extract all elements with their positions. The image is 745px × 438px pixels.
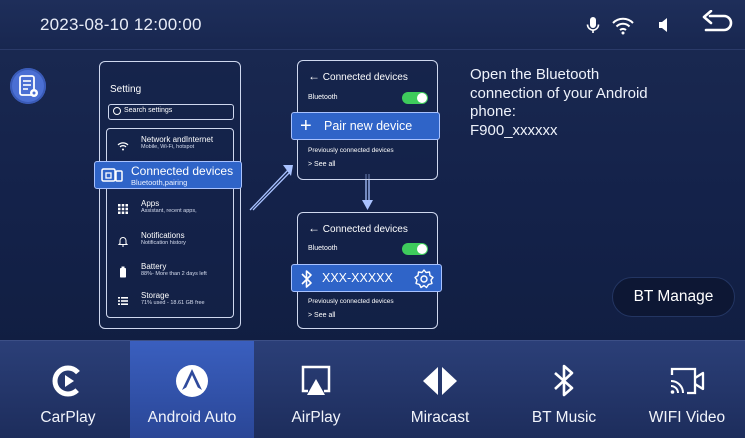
- connected-devices-icon: [101, 168, 123, 182]
- microphone-icon[interactable]: [580, 12, 606, 38]
- header-label: Connected devices: [322, 224, 408, 235]
- row-title: Network andInternet: [141, 135, 214, 144]
- chevron-right-icon: >: [308, 312, 313, 319]
- dock-item-android-auto[interactable]: Android Auto: [130, 341, 254, 438]
- dock-item-airplay[interactable]: AirPlay: [254, 341, 378, 438]
- connected-devices-title: Connected devices: [131, 164, 234, 178]
- instruction-line: phone:: [470, 103, 516, 120]
- chevron-right-icon: >: [308, 161, 313, 168]
- apps-grid-icon: [118, 204, 128, 214]
- settings-list: Network andInternet Mobile, Wi-Fi, hotsp…: [106, 128, 234, 318]
- bluetooth-label: Bluetooth: [308, 94, 338, 101]
- search-placeholder: Search settings: [124, 107, 173, 114]
- back-arrow-icon[interactable]: ←: [308, 221, 320, 235]
- see-all-label: See all: [314, 161, 336, 168]
- back-icon[interactable]: [700, 10, 734, 40]
- dock-label: Miracast: [410, 409, 470, 426]
- datetime: 2023-08-10 12:00:00: [40, 15, 202, 34]
- pair-new-device-label: Pair new device: [324, 119, 413, 133]
- paired-device-row[interactable]: XXX-XXXXX: [291, 264, 442, 292]
- instruction-line: connection of your Android: [470, 84, 648, 102]
- speaker-icon[interactable]: [651, 12, 677, 38]
- row-subtitle: Notification history: [141, 240, 186, 246]
- bluetooth-toggle[interactable]: [402, 243, 428, 255]
- previous-devices-label: Previously connected devices: [308, 147, 394, 154]
- wifi-video-icon: [670, 367, 705, 395]
- settings-panel: Setting Search settings Network andInter…: [99, 61, 241, 329]
- row-subtitle: 88%- More than 2 days left: [141, 271, 207, 277]
- plus-icon: +: [300, 115, 312, 137]
- row-title: Apps: [141, 199, 160, 208]
- row-subtitle: Mobile, Wi-Fi, hotspot: [141, 144, 195, 150]
- bluetooth-toggle[interactable]: [402, 92, 428, 104]
- row-title: Notifications: [141, 231, 185, 240]
- document-settings-icon: [19, 75, 38, 97]
- bluetooth-label: Bluetooth: [308, 245, 338, 252]
- row-subtitle: Assistant, recent apps,: [141, 208, 197, 214]
- instruction-text: Open the Bluetooth connection of your An…: [470, 66, 710, 140]
- see-all-link[interactable]: > See all: [308, 161, 335, 168]
- dock-label: WIFI Video: [648, 409, 726, 426]
- device-name: XXX-XXXXX: [322, 271, 393, 285]
- storage-icon: [118, 297, 128, 305]
- see-all-link[interactable]: > See all: [308, 312, 335, 319]
- header-label: Connected devices: [322, 72, 408, 83]
- dock-item-carplay[interactable]: CarPlay: [6, 341, 130, 438]
- dock-label: AirPlay: [291, 409, 341, 426]
- row-title: Battery: [141, 262, 167, 271]
- step-arrow-diagonal: [249, 165, 293, 211]
- app-dock: CarPlay Android Auto AirPlay Miracast BT…: [0, 340, 745, 438]
- dock-label: CarPlay: [40, 409, 96, 426]
- bt-manage-button[interactable]: BT Manage: [612, 277, 735, 317]
- airplay-icon: [301, 365, 331, 395]
- row-subtitle: 71% used - 18.61 GB free: [141, 300, 205, 306]
- dock-item-bt-music[interactable]: BT Music: [502, 341, 626, 438]
- search-settings-field[interactable]: Search settings: [108, 104, 234, 120]
- dock-item-wifi-video[interactable]: WIFI Video: [625, 341, 745, 438]
- wifi-icon[interactable]: [610, 12, 636, 38]
- previous-devices-label: Previously connected devices: [308, 298, 394, 305]
- gear-icon[interactable]: [413, 268, 435, 290]
- search-icon: [113, 107, 121, 115]
- status-bar: 2023-08-10 12:00:00: [0, 0, 745, 50]
- connected-devices-highlight[interactable]: Connected devices Bluetooth,pairing: [94, 161, 242, 189]
- instruction-line: Open the Bluetooth: [470, 66, 600, 83]
- battery-icon: [120, 266, 126, 278]
- connected-devices-subtitle: Bluetooth,pairing: [131, 178, 188, 187]
- row-title: Storage: [141, 291, 170, 300]
- back-arrow-icon[interactable]: ←: [308, 69, 320, 83]
- android-auto-icon: [176, 365, 208, 397]
- pair-new-device-button[interactable]: + Pair new device: [291, 112, 440, 140]
- dock-item-miracast[interactable]: Miracast: [378, 341, 502, 438]
- device-id: F900_xxxxxx: [470, 121, 558, 139]
- settings-title: Setting: [110, 84, 142, 95]
- bell-icon: [117, 237, 129, 247]
- dock-label: Android Auto: [147, 409, 237, 426]
- connected-devices-header: ← Connected devices: [308, 221, 408, 235]
- manual-button[interactable]: [10, 68, 46, 104]
- screen: 2023-08-10 12:00:00 Setting Search setti…: [0, 0, 745, 438]
- dock-label: BT Music: [531, 409, 597, 426]
- bluetooth-icon: [301, 270, 312, 288]
- miracast-icon: [423, 367, 457, 395]
- see-all-label: See all: [314, 312, 336, 319]
- bluetooth-icon: [554, 364, 574, 397]
- carplay-icon: [52, 365, 84, 397]
- wifi-icon: [117, 142, 129, 151]
- connected-devices-header: ← Connected devices: [308, 69, 408, 83]
